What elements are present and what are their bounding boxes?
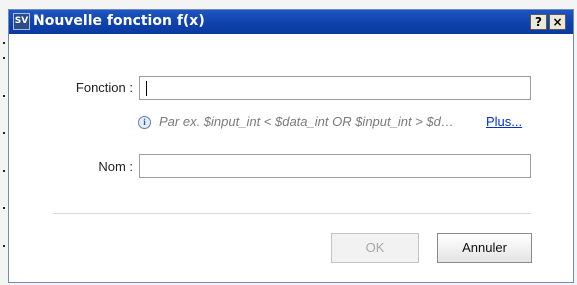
background-mark bbox=[3, 95, 5, 97]
dialog-title: Nouvelle fonction f(x) bbox=[33, 13, 205, 29]
separator bbox=[53, 213, 531, 214]
background-mark bbox=[3, 57, 5, 59]
more-link[interactable]: Plus... bbox=[486, 114, 522, 129]
ok-button[interactable]: OK bbox=[331, 233, 419, 263]
background-mark bbox=[3, 170, 5, 172]
function-hint: Par ex. $input_int < $data_int OR $input… bbox=[159, 114, 455, 129]
name-input[interactable] bbox=[139, 154, 531, 178]
background-mark bbox=[3, 207, 5, 209]
background-mark bbox=[3, 245, 5, 247]
info-icon: i bbox=[138, 116, 151, 129]
title-bar[interactable]: SV Nouvelle fonction f(x) ? × bbox=[9, 10, 573, 34]
function-label: Fonction : bbox=[75, 80, 133, 95]
background-mark bbox=[3, 132, 5, 134]
new-function-dialog: SV Nouvelle fonction f(x) ? × Fonction :… bbox=[8, 9, 574, 283]
name-label: Nom : bbox=[98, 159, 133, 174]
text-caret bbox=[146, 81, 147, 96]
close-button[interactable]: × bbox=[549, 14, 566, 30]
app-icon: SV bbox=[13, 13, 30, 30]
help-button[interactable]: ? bbox=[530, 14, 547, 30]
function-input[interactable] bbox=[139, 76, 531, 100]
background-mark bbox=[3, 42, 5, 44]
cancel-button[interactable]: Annuler bbox=[437, 233, 532, 263]
